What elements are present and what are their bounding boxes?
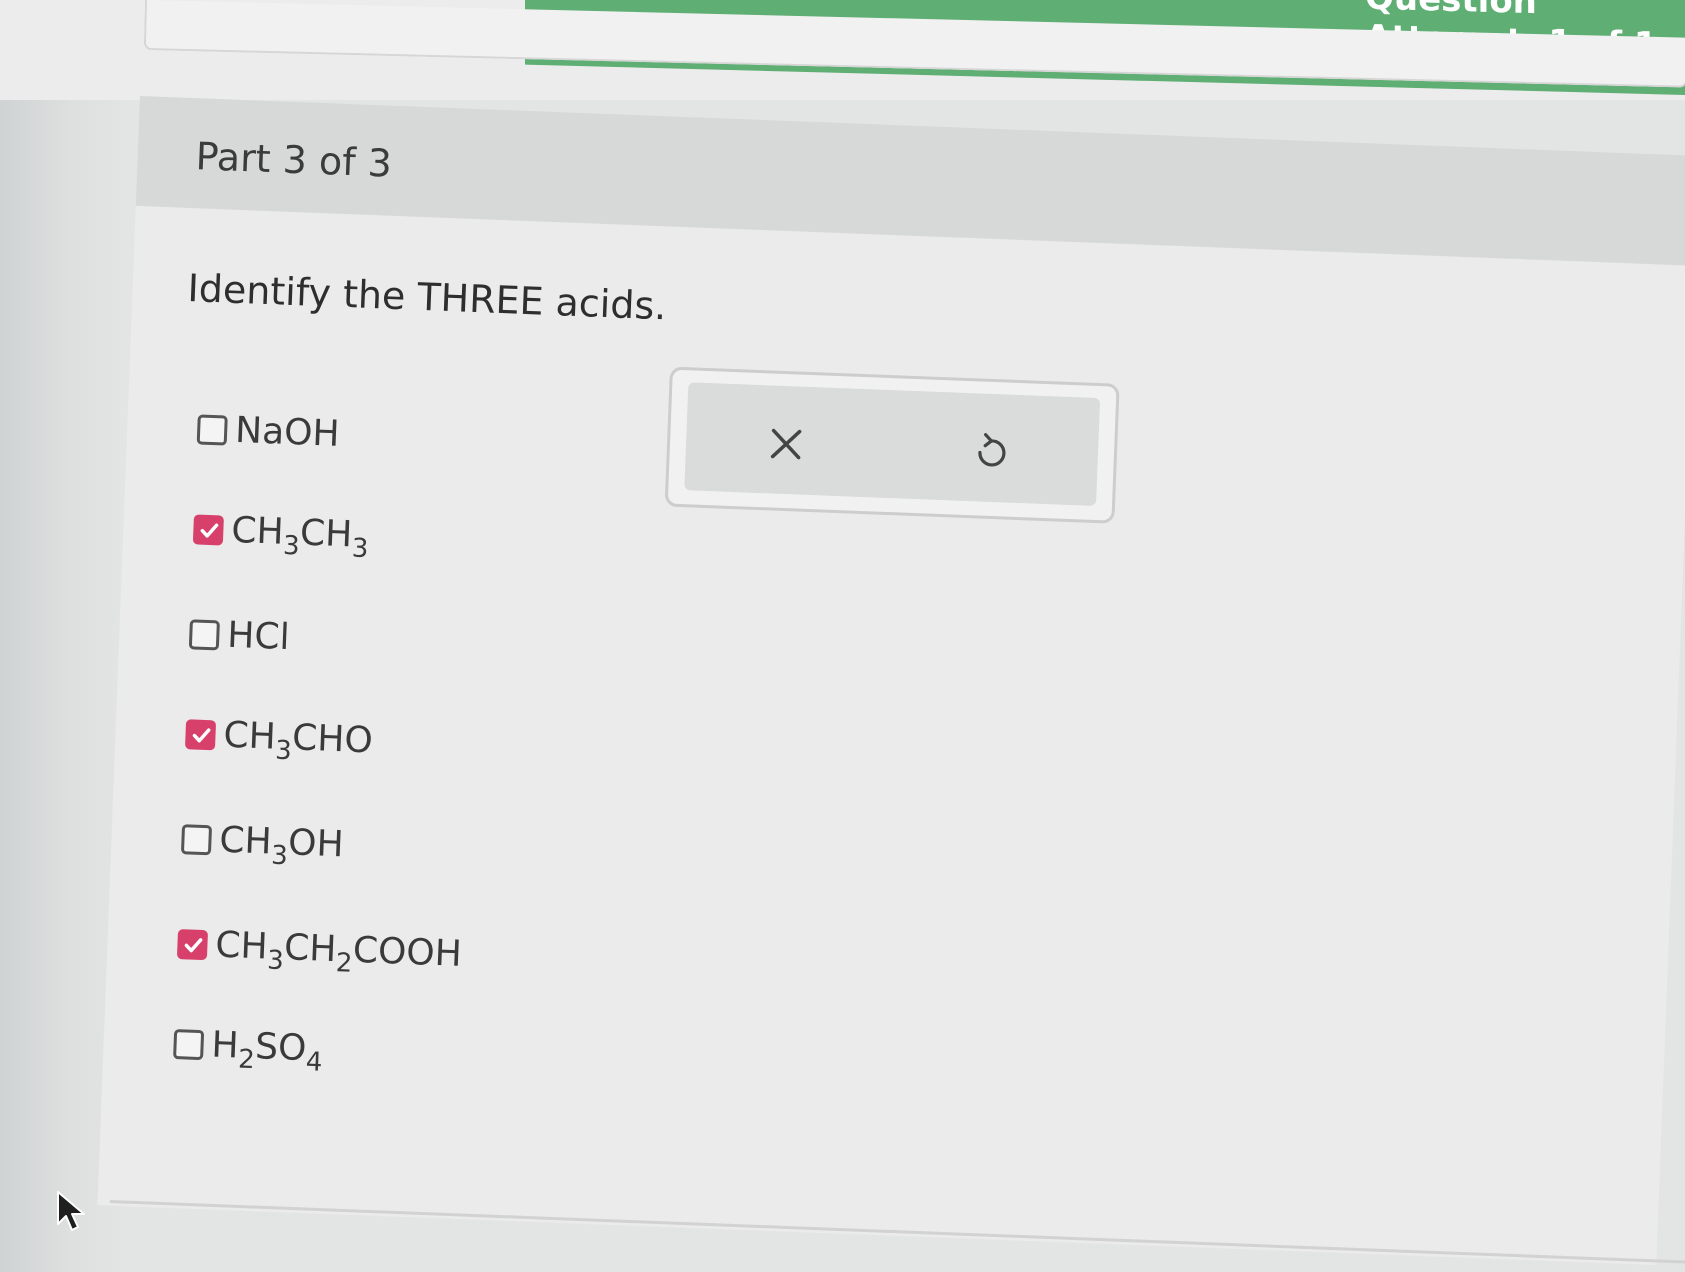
answer-option-label: CH3CH3 <box>230 509 370 564</box>
formula-text: CH <box>222 714 277 758</box>
formula-text: SO <box>254 1026 308 1070</box>
subscript: 3 <box>274 735 293 767</box>
answer-option[interactable]: CH3OH <box>180 818 345 872</box>
subscript: 3 <box>266 945 285 977</box>
subscript: 3 <box>282 530 301 562</box>
formula-text: COOH <box>352 929 463 975</box>
subscript: 2 <box>237 1044 256 1076</box>
formula-text: NaOH <box>234 409 341 455</box>
answer-option[interactable]: NaOH <box>196 408 340 455</box>
subscript: 4 <box>305 1047 323 1078</box>
checkbox[interactable] <box>196 413 228 446</box>
checkbox-checked[interactable] <box>176 928 209 960</box>
formula-text: CH <box>230 509 285 553</box>
part-header: Part 3 of 3 <box>135 96 1685 266</box>
formula-text: CHO <box>291 717 374 762</box>
clear-button[interactable] <box>755 415 817 477</box>
formula-text: HCl <box>226 614 291 659</box>
answer-option[interactable]: CH3CH3 <box>192 508 370 564</box>
checkbox[interactable] <box>180 823 213 855</box>
subscript: 3 <box>351 533 369 565</box>
formula-text: CH <box>218 819 273 863</box>
checkmark-icon <box>184 937 203 952</box>
answer-option[interactable]: CH3CHO <box>184 713 374 767</box>
undo-button[interactable] <box>960 423 1022 485</box>
answer-tools <box>664 366 1120 524</box>
checkbox-checked[interactable] <box>184 718 217 750</box>
subscript: 3 <box>270 840 289 872</box>
formula-text: CH <box>283 927 338 971</box>
formula-text: CH <box>214 924 269 968</box>
answer-tools-inner <box>684 382 1101 506</box>
answer-option-label: HCl <box>227 615 291 658</box>
checkmark-icon <box>192 727 211 743</box>
answer-option[interactable]: CH3CH2COOH <box>176 923 463 979</box>
formula-text: CH <box>299 512 354 556</box>
question-text: Identify the THREE acids. <box>186 265 668 329</box>
formula-text: H <box>210 1024 240 1067</box>
answer-option-label: CH3CH2COOH <box>214 924 463 979</box>
part-title: Part 3 of 3 <box>194 134 393 186</box>
answer-option-label: H2SO4 <box>210 1024 324 1077</box>
checkbox-checked[interactable] <box>192 513 224 546</box>
undo-icon <box>970 431 1012 477</box>
checkbox[interactable] <box>188 618 220 650</box>
checkmark-icon <box>200 523 219 538</box>
answer-option-label: CH3OH <box>218 819 345 872</box>
question-panel: Part 3 of 3 Identify the THREE acids. Na… <box>97 96 1685 1266</box>
answer-option-label: NaOH <box>234 410 340 455</box>
formula-text: OH <box>287 822 345 866</box>
answer-option-label: CH3CHO <box>222 714 374 767</box>
subscript: 2 <box>335 948 353 979</box>
mouse-cursor-icon <box>55 1190 89 1238</box>
close-icon <box>767 425 805 466</box>
checkbox[interactable] <box>173 1028 205 1060</box>
answer-option[interactable]: HCl <box>188 613 291 658</box>
answer-option[interactable]: H2SO4 <box>173 1023 324 1078</box>
